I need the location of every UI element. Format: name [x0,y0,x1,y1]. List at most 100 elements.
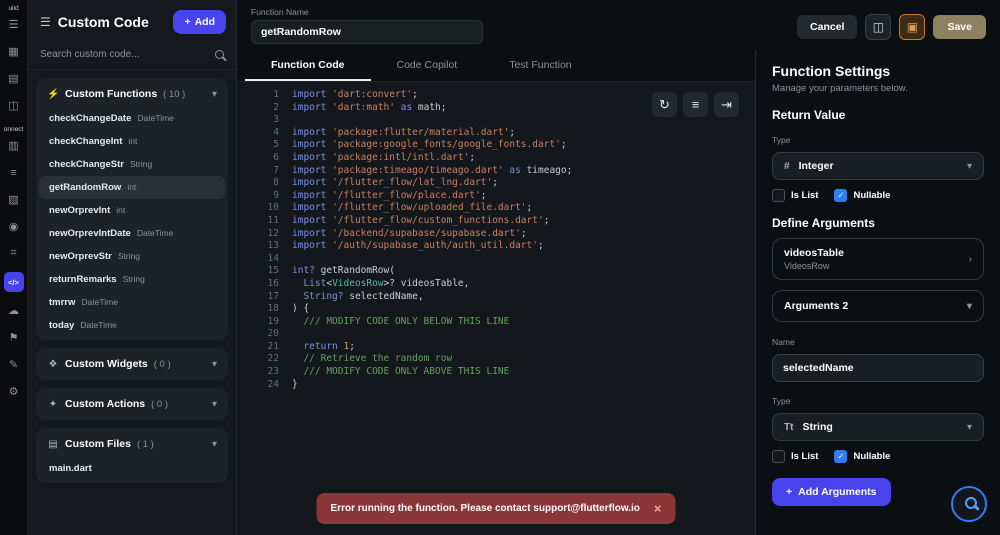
nav-theme-icon[interactable]: ⌗ [4,245,24,262]
code-line[interactable]: /// MODIFY CODE ONLY BELOW THIS LINE [292,316,755,329]
list-item[interactable]: today DateTime [39,314,225,337]
argument-name-input[interactable] [772,354,984,382]
code-line[interactable]: import 'package:google_fonts/google_font… [292,139,755,152]
add-button[interactable]: + Add [173,10,226,34]
code-line[interactable] [292,253,755,266]
list-item-selected[interactable]: getRandomRow int [39,176,225,199]
align-center-icon: ≡ [692,97,700,112]
nav-database-icon[interactable]: ◫ [4,97,24,114]
plus-icon: + [786,486,792,498]
is-list-checkbox[interactable]: Is List [772,450,818,463]
custom-widgets-header[interactable]: ❖ Custom Widgets ( 0 ) ▾ [39,351,225,377]
code-line[interactable]: } [292,379,755,392]
format-code-button[interactable]: ≡ [683,92,708,117]
argument-videostable-card[interactable]: videosTable VideosRow › [772,238,984,280]
code-line[interactable]: import '/flutter_flow/lat_lng.dart'; [292,177,755,190]
nav-storyboard-icon[interactable]: ▤ [4,70,24,87]
custom-files-header[interactable]: ▤ Custom Files ( 1 ) ▾ [39,431,225,457]
menu-icon[interactable]: ☰ [40,15,51,29]
line-number: 22 [237,353,279,366]
code-line[interactable]: ) { [292,303,755,316]
nav-custom-code-icon[interactable]: </> [4,272,24,292]
add-arguments-button[interactable]: + Add Arguments [772,478,891,506]
code-line[interactable]: String? selectedName, [292,291,755,304]
cancel-button[interactable]: Cancel [797,15,857,39]
search-input[interactable] [40,49,215,60]
custom-functions-header[interactable]: ⚡ Custom Functions ( 10 ) ▾ [39,81,225,107]
save-button[interactable]: Save [933,15,986,39]
return-value-heading: Return Value [772,108,984,122]
list-item[interactable]: newOrprevStr String [39,245,225,268]
argument-name: videosTable [784,247,844,259]
custom-actions-header[interactable]: ✦ Custom Actions ( 0 ) ▾ [39,391,225,417]
nav-tests-icon[interactable]: ⚑ [4,329,24,346]
function-type: DateTime [137,228,174,238]
split-view-icon: ◫ [873,20,884,34]
function-name-input[interactable] [251,20,483,44]
arguments-2-expander[interactable]: Arguments 2 ▾ [772,290,984,322]
code-line[interactable]: /// MODIFY CODE ONLY ABOVE THIS LINE [292,366,755,379]
list-item[interactable]: tmrrw DateTime [39,291,225,314]
nav-widget-tree-icon[interactable]: ☰ [4,16,24,33]
nav-app-values-icon[interactable]: ▧ [4,191,24,208]
nav-api-icon[interactable]: ▥ [4,137,24,154]
chevron-down-icon: ▾ [212,359,217,370]
sidebar-content[interactable]: ⚡ Custom Functions ( 10 ) ▾ checkChangeD… [28,70,236,535]
list-item[interactable]: newOrprevInt int [39,199,225,222]
nullable-checkbox[interactable]: ✓ Nullable [834,450,890,463]
code-editor[interactable]: 123456789101112131415161718192021222324 … [237,82,755,535]
indent-code-button[interactable]: ⇥ [714,92,739,117]
nullable-checkbox[interactable]: ✓ Nullable [834,189,890,202]
code-line[interactable]: List<VideosRow>? videosTable, [292,278,755,291]
code-line[interactable]: import '/flutter_flow/custom_functions.d… [292,215,755,228]
list-item[interactable]: main.dart [39,457,225,480]
line-number: 7 [237,165,279,178]
nav-notes-icon[interactable]: ✎ [4,356,24,373]
code-line[interactable]: import 'package:timeago/timeago.dart' as… [292,165,755,178]
code-line[interactable]: import '/auth/supabase_auth/auth_util.da… [292,240,755,253]
open-code-preview-button[interactable]: ▣ [899,14,925,40]
activity-bar: uild☰▦▤◫onnect▥≡▧◉⌗</>☁⚑✎⚙ [0,0,28,535]
nav-integrations-icon[interactable]: ≡ [4,164,24,181]
code-line[interactable]: int? getRandomRow( [292,265,755,278]
nav-media-icon[interactable]: ◉ [4,218,24,235]
line-number: 15 [237,265,279,278]
code-line[interactable]: import '/flutter_flow/uploaded_file.dart… [292,202,755,215]
list-item[interactable]: checkChangeStr String [39,153,225,176]
code-line[interactable]: import 'package:flutter/material.dart'; [292,127,755,140]
nav-cloud-functions-icon[interactable]: ☁ [4,302,24,319]
tab-code-copilot[interactable]: Code Copilot [371,50,484,81]
is-list-checkbox[interactable]: Is List [772,189,818,202]
split-view-button[interactable]: ◫ [865,14,891,40]
return-type-dropdown[interactable]: # Integer ▾ [772,152,984,180]
function-type: DateTime [81,297,118,307]
tab-test-function[interactable]: Test Function [483,50,597,81]
function-type: DateTime [137,113,174,123]
code-line[interactable]: import 'package:intl/intl.dart'; [292,152,755,165]
list-item[interactable]: checkChangeInt int [39,130,225,153]
list-item[interactable]: checkChangeDate DateTime [39,107,225,130]
string-type-icon: Tt [784,422,793,433]
nav-settings-icon[interactable]: ⚙ [4,383,24,400]
section-count: ( 0 ) [151,399,168,410]
refresh-code-button[interactable]: ↻ [652,92,677,117]
tab-function-code[interactable]: Function Code [245,50,371,81]
error-toast-message: Error running the function. Please conta… [331,503,640,514]
argument-info: videosTable VideosRow [784,247,844,271]
magnifier-icon [965,497,977,509]
code-line[interactable] [292,328,755,341]
close-icon[interactable]: × [654,502,662,515]
argument-type-dropdown[interactable]: Tt String ▾ [772,413,984,441]
list-item[interactable]: returnRemarks String [39,268,225,291]
code-content[interactable]: import 'dart:convert';import 'dart:math'… [292,89,755,535]
code-line[interactable]: // Retrieve the random row [292,353,755,366]
code-line[interactable]: import '/flutter_flow/place.dart'; [292,190,755,203]
code-line[interactable]: return 1; [292,341,755,354]
search-bar [28,42,236,70]
code-line[interactable]: import '/backend/supabase/supabase.dart'… [292,228,755,241]
list-item[interactable]: newOrprevIntDate DateTime [39,222,225,245]
function-name-label: Function Name [251,7,483,17]
nav-pages-icon[interactable]: ▦ [4,43,24,60]
search-fab[interactable] [951,486,987,522]
function-name: checkChangeStr [49,159,124,170]
